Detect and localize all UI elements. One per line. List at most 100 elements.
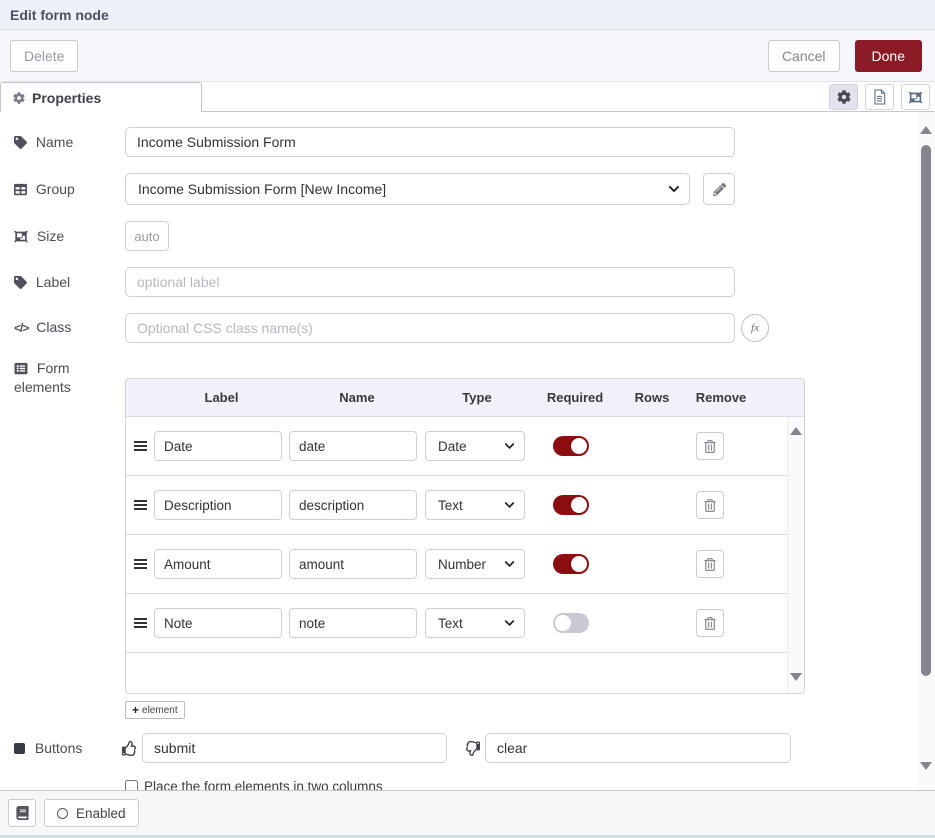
appearance-tab-button[interactable]	[901, 84, 930, 110]
tab-properties[interactable]: Properties	[0, 82, 202, 112]
tab-icon-buttons	[829, 82, 935, 112]
table-body: Date Text	[126, 417, 804, 693]
chevron-down-icon	[504, 618, 515, 629]
element-type-select[interactable]: Date	[425, 431, 525, 461]
delete-element-button[interactable]	[696, 550, 724, 578]
book-icon	[16, 806, 29, 820]
trash-icon	[704, 440, 716, 453]
properties-panel: Name Group Income Submission Form [New I…	[0, 112, 935, 790]
table-icon	[14, 183, 27, 196]
list-icon	[14, 362, 28, 375]
table-header: Label Name Type Required Rows Remove	[126, 379, 804, 417]
element-label-input[interactable]	[154, 549, 282, 579]
add-element-button[interactable]: + element	[125, 701, 185, 719]
document-icon	[873, 89, 886, 105]
edit-node-dialog: Edit form node Delete Cancel Done Proper…	[0, 0, 935, 838]
scroll-down-icon[interactable]	[790, 673, 802, 681]
scroll-up-icon[interactable]	[790, 427, 802, 435]
drag-handle-icon[interactable]	[134, 618, 147, 628]
two-columns-label: Place the form elements in two columns	[144, 779, 383, 790]
scroll-down-icon[interactable]	[920, 762, 932, 770]
buttons-label: Buttons	[14, 739, 122, 758]
dialog-toolbar: Delete Cancel Done	[0, 30, 935, 82]
square-icon	[14, 743, 25, 754]
table-scrollbar[interactable]	[787, 417, 804, 693]
tag-icon	[14, 276, 27, 289]
code-icon: </>	[14, 321, 28, 335]
drag-handle-icon[interactable]	[134, 441, 147, 451]
two-columns-row: Place the form elements in two columns	[125, 779, 935, 790]
required-toggle[interactable]	[553, 495, 589, 515]
submit-button-label-input[interactable]	[142, 733, 447, 763]
tab-bar: Properties	[0, 82, 935, 112]
element-name-input[interactable]	[289, 608, 417, 638]
class-row: </> Class fx	[14, 313, 935, 343]
two-columns-checkbox[interactable]	[125, 780, 138, 790]
group-label: Group	[14, 180, 125, 199]
scroll-up-icon[interactable]	[920, 126, 932, 134]
expression-button[interactable]: fx	[741, 314, 769, 342]
dialog-title: Edit form node	[0, 0, 935, 30]
element-name-input[interactable]	[289, 431, 417, 461]
size-label: Size	[14, 227, 125, 246]
chevron-down-icon	[504, 500, 515, 511]
element-type-select[interactable]: Text	[425, 608, 525, 638]
done-button[interactable]: Done	[855, 40, 922, 72]
label-input[interactable]	[125, 267, 735, 297]
element-type-select[interactable]: Number	[425, 549, 525, 579]
trash-icon	[704, 558, 716, 571]
enabled-toggle-button[interactable]: Enabled	[44, 799, 139, 827]
element-label-input[interactable]	[154, 431, 282, 461]
element-name-input[interactable]	[289, 549, 417, 579]
column-header: Label	[154, 390, 289, 405]
edit-group-button[interactable]	[703, 173, 735, 205]
clear-button-label-input[interactable]	[485, 733, 791, 763]
pencil-icon	[713, 183, 726, 196]
tab-properties-label: Properties	[32, 90, 101, 106]
dialog-footer: Enabled	[0, 790, 935, 838]
size-button[interactable]: auto	[125, 221, 169, 251]
group-select[interactable]: Income Submission Form [New Income]	[125, 173, 690, 205]
element-label-input[interactable]	[154, 490, 282, 520]
delete-element-button[interactable]	[696, 432, 724, 460]
scrollbar-thumb[interactable]	[921, 145, 931, 676]
required-toggle[interactable]	[553, 436, 589, 456]
column-header: Required	[529, 390, 621, 405]
form-elements-table: Label Name Type Required Rows Remove Dat…	[125, 378, 805, 694]
class-input[interactable]	[125, 313, 735, 343]
class-label: </> Class	[14, 318, 125, 338]
chevron-down-icon	[504, 559, 515, 570]
element-type-select[interactable]: Text	[425, 490, 525, 520]
column-header: Type	[425, 390, 529, 405]
name-input[interactable]	[125, 127, 735, 157]
size-row: Size auto	[14, 221, 935, 251]
column-header: Remove	[683, 390, 759, 405]
docs-button[interactable]	[8, 799, 36, 827]
cancel-button[interactable]: Cancel	[768, 40, 840, 72]
table-row: Text	[126, 476, 787, 535]
delete-element-button[interactable]	[696, 609, 724, 637]
settings-tab-button[interactable]	[829, 84, 858, 110]
plus-icon: +	[132, 705, 139, 715]
vertical-scrollbar[interactable]	[918, 112, 935, 790]
gear-icon	[837, 90, 851, 104]
drag-handle-icon[interactable]	[134, 500, 147, 510]
name-label: Name	[14, 133, 125, 152]
table-row: Number	[126, 535, 787, 594]
description-tab-button[interactable]	[865, 84, 894, 110]
delete-button[interactable]: Delete	[10, 40, 78, 72]
circle-icon	[57, 808, 68, 819]
form-elements-label: Form elements	[14, 359, 125, 397]
table-row: Text	[126, 594, 787, 653]
buttons-row: Buttons	[14, 733, 935, 763]
label-row: Label	[14, 267, 935, 297]
delete-element-button[interactable]	[696, 491, 724, 519]
element-label-input[interactable]	[154, 608, 282, 638]
required-toggle[interactable]	[553, 613, 589, 633]
table-row: Date	[126, 417, 787, 476]
drag-handle-icon[interactable]	[134, 559, 147, 569]
required-toggle[interactable]	[553, 554, 589, 574]
name-row: Name	[14, 127, 935, 157]
thumbs-down-icon	[465, 741, 480, 756]
element-name-input[interactable]	[289, 490, 417, 520]
